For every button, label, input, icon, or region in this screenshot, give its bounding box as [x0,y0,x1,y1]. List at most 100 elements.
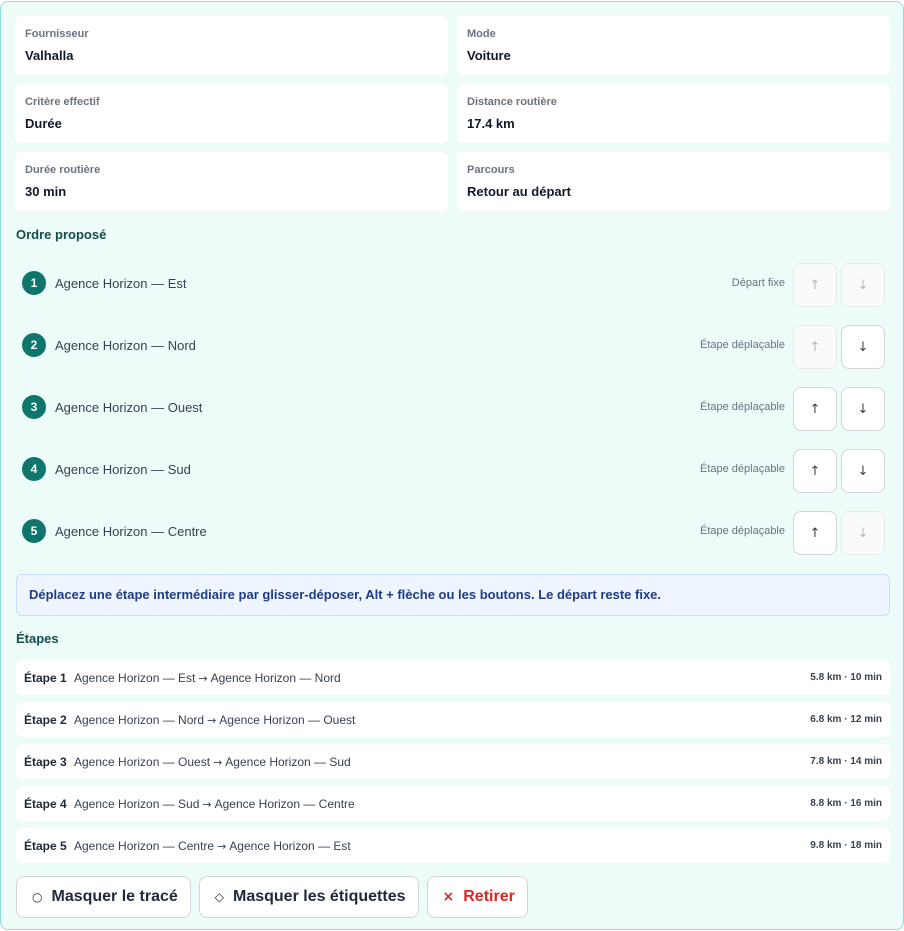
stop-number-badge: 3 [22,395,46,419]
stop-row[interactable]: 4 Agence Horizon — Sud Étape déplaçable … [15,446,891,493]
leg-to: Agence Horizon — Ouest [219,713,356,727]
hide-labels-button[interactable]: ◇ Masquer les étiquettes [198,876,419,918]
remove-label: Retirer [463,888,515,905]
move-up-button[interactable]: ↑ [793,325,837,369]
stop-number-badge: 1 [22,271,46,295]
move-up-button[interactable]: ↑ [793,263,837,307]
move-down-button[interactable]: ↓ [841,387,885,431]
legs-list: Étape 1 Agence Horizon — Est → Agence Hori… [16,660,890,870]
leg-from: Agence Horizon — Ouest [74,755,211,769]
leg-route: Agence Horizon — Centre → Agence Horizon —… [74,839,351,853]
move-down-button[interactable]: ↓ [841,325,885,369]
summary-value: Valhalla [25,48,74,63]
leg-row: Étape 3 Agence Horizon — Ouest → Agence Ho… [16,744,890,779]
stop-number-badge: 5 [22,519,46,543]
stop-number-badge: 4 [22,457,46,481]
summary-value: 30 min [25,184,67,199]
close-icon: × [442,889,455,905]
move-up-button[interactable]: ↑ [793,449,837,493]
leg-id: Étape 3 [24,755,67,769]
summary-value: Retour au départ [467,184,572,199]
stop-name: Agence Horizon — Centre [55,524,207,539]
route-panel: Fournisseur Valhalla Mode Voiture Critèr… [0,1,904,930]
reorder-hint: Déplacez une étape intermédiaire par gli… [16,574,890,616]
leg-route: Agence Horizon — Est → Agence Horizon — No… [74,671,341,685]
stop-name: Agence Horizon — Sud [55,462,191,477]
leg-to: Agence Horizon — Sud [225,755,351,769]
arrow-right-icon: → [213,756,223,769]
summary-label: Critère effectif [25,96,100,108]
leg-to: Agence Horizon — Centre [214,797,355,811]
stop-order-list: 1 Agence Horizon — Est Départ fixe ↑ ↓ 2… [15,260,891,570]
leg-row: Étape 2 Agence Horizon — Nord → Agence Hor… [16,702,890,737]
leg-route: Agence Horizon — Sud → Agence Horizon — Ce… [74,797,355,811]
order-section-title: Ordre proposé [16,227,107,242]
leg-row: Étape 1 Agence Horizon — Est → Agence Hori… [16,660,890,695]
arrow-right-icon: → [198,672,208,685]
summary-label: Mode [467,28,496,40]
stop-number-badge: 2 [22,333,46,357]
move-down-button[interactable]: ↓ [841,449,885,493]
leg-row: Étape 4 Agence Horizon — Sud → Agence Hori… [16,786,890,821]
leg-distance-duration: 7.8 km · 14 min [810,756,882,767]
leg-distance-duration: 6.8 km · 12 min [810,714,882,725]
summary-grid: Fournisseur Valhalla Mode Voiture Critèr… [15,16,891,211]
stop-row[interactable]: 2 Agence Horizon — Nord Étape déplaçable… [15,322,891,369]
arrow-right-icon: → [202,798,212,811]
summary-card-criterion: Critère effectif Durée [15,84,448,143]
remove-button[interactable]: × Retirer [426,876,528,918]
summary-card-mode: Mode Voiture [457,16,890,75]
stop-name: Agence Horizon — Est [55,276,187,291]
summary-card-distance: Distance routière 17.4 km [457,84,890,143]
move-down-button[interactable]: ↓ [841,511,885,555]
summary-label: Distance routière [467,96,557,108]
hide-labels-label: Masquer les étiquettes [233,888,406,905]
leg-id: Étape 1 [24,671,67,685]
action-bar: ○ Masquer le tracé ◇ Masquer les étiquet… [16,876,528,918]
leg-distance-duration: 9.8 km · 18 min [810,840,882,851]
leg-row: Étape 5 Agence Horizon — Centre → Agence H… [16,828,890,863]
arrow-right-icon: → [207,714,217,727]
stop-role: Étape déplaçable [699,525,785,537]
leg-id: Étape 5 [24,839,67,853]
stop-row[interactable]: 3 Agence Horizon — Ouest Étape déplaçabl… [15,384,891,431]
stop-row[interactable]: 5 Agence Horizon — Centre Étape déplaçab… [15,508,891,555]
move-up-button[interactable]: ↑ [793,387,837,431]
leg-to: Agence Horizon — Est [229,839,351,853]
stop-role: Étape déplaçable [699,401,785,413]
leg-id: Étape 2 [24,713,67,727]
summary-value: Durée [25,116,62,131]
stop-row[interactable]: 1 Agence Horizon — Est Départ fixe ↑ ↓ [15,260,891,307]
legs-section-title: Étapes [16,631,59,646]
leg-from: Agence Horizon — Sud [74,797,200,811]
leg-route: Agence Horizon — Ouest → Agence Horizon — … [74,755,351,769]
leg-distance-duration: 8.8 km · 16 min [810,798,882,809]
leg-from: Agence Horizon — Est [74,671,196,685]
summary-value: 17.4 km [467,116,515,131]
stop-role: Départ fixe [731,277,785,289]
leg-distance-duration: 5.8 km · 10 min [810,672,882,683]
stop-role: Étape déplaçable [699,339,785,351]
leg-route: Agence Horizon — Nord → Agence Horizon — O… [74,713,355,727]
stop-role: Étape déplaçable [699,463,785,475]
hide-route-button[interactable]: ○ Masquer le tracé [16,876,191,918]
summary-card-route-type: Parcours Retour au départ [457,152,890,211]
summary-card-provider: Fournisseur Valhalla [15,16,448,75]
hide-route-label: Masquer le tracé [51,888,178,905]
arrow-right-icon: → [217,840,227,853]
summary-value: Voiture [467,48,511,63]
leg-to: Agence Horizon — Nord [210,671,341,685]
diamond-icon: ◇ [214,890,224,904]
leg-id: Étape 4 [24,797,67,811]
stop-name: Agence Horizon — Ouest [55,400,203,415]
move-up-button[interactable]: ↑ [793,511,837,555]
summary-card-duration: Durée routière 30 min [15,152,448,211]
summary-label: Fournisseur [25,28,89,40]
leg-from: Agence Horizon — Nord [74,713,205,727]
circle-icon: ○ [32,890,43,904]
summary-label: Parcours [467,164,515,176]
leg-from: Agence Horizon — Centre [74,839,215,853]
stop-name: Agence Horizon — Nord [55,338,196,353]
move-down-button[interactable]: ↓ [841,263,885,307]
summary-label: Durée routière [25,164,101,176]
